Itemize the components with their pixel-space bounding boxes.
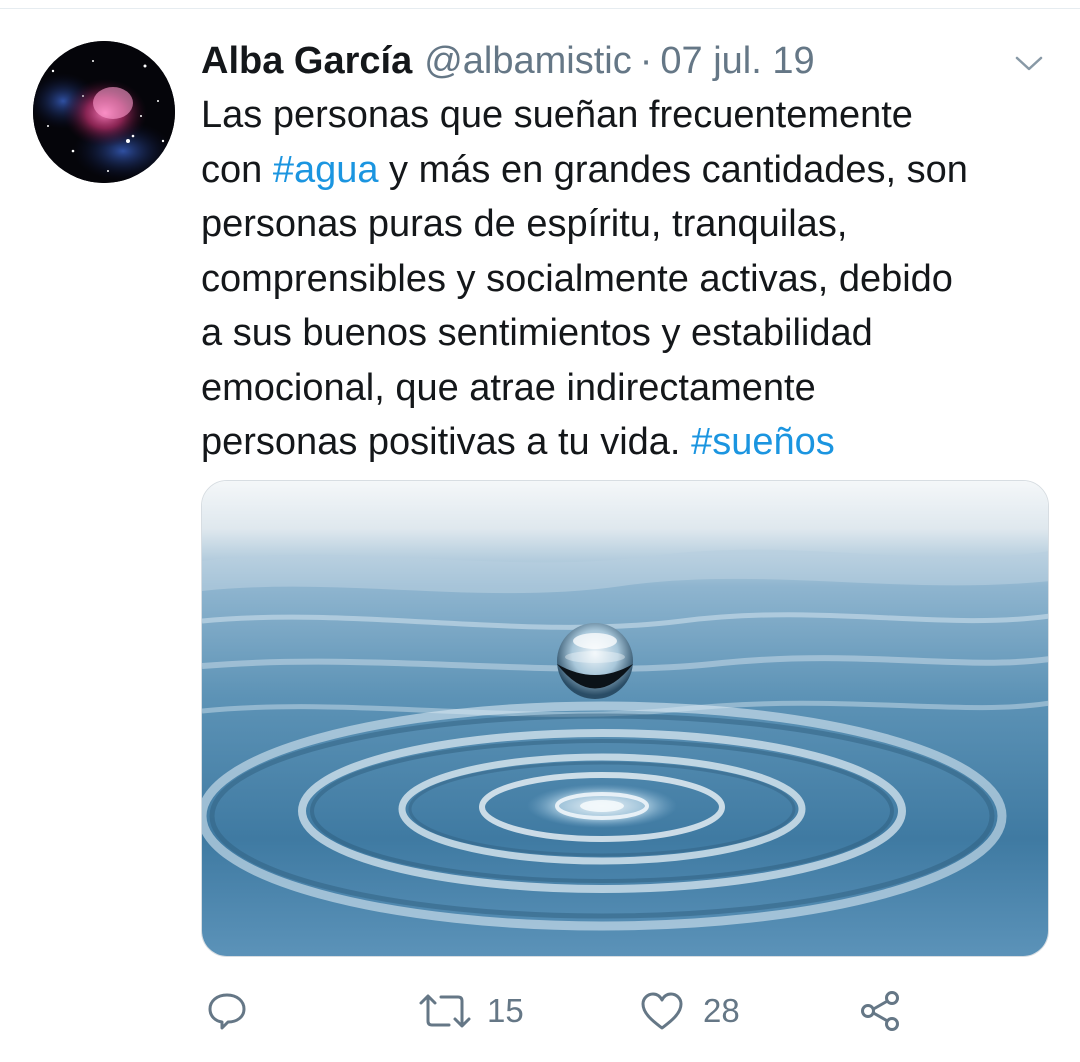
retweet-icon <box>419 994 471 1028</box>
tweet-text-segment: personas positivas a tu vida. <box>201 421 692 463</box>
tweet-actions: 15 28 <box>0 986 1080 1036</box>
tweet-text-line: a sus buenos sentimientos y estabilidad <box>201 306 1061 361</box>
hashtag-link[interactable]: #agua <box>273 149 379 191</box>
tweet-text-segment: a sus buenos sentimientos y estabilidad <box>201 312 873 354</box>
tweet-text-segment: y más en grandes cantidades, son <box>378 148 968 191</box>
like-count: 28 <box>703 992 740 1029</box>
author-display-name[interactable]: Alba García <box>201 40 412 82</box>
heart-icon <box>641 992 683 1030</box>
retweet-count: 15 <box>487 992 524 1029</box>
tweet-media[interactable] <box>201 480 1049 957</box>
tweet-text-segment: emocional, que atrae indirectamente <box>201 366 816 409</box>
tweet-text-line: emocional, que atrae indirectamente <box>201 361 1061 416</box>
water-drop-image <box>202 481 1048 956</box>
hashtag-link[interactable]: #sueños <box>691 421 835 463</box>
tweet-text: Las personas que sueñan frecuentemente co… <box>201 88 1061 470</box>
retweet-button[interactable]: 15 <box>417 986 524 1036</box>
tweet-text-line: con #agua y más en grandes cantidades, s… <box>201 143 1061 198</box>
tweet-date[interactable]: 07 jul. 19 <box>660 40 814 82</box>
top-divider <box>0 8 1080 9</box>
tweet-text-segment: personas puras de espíritu, tranquilas, <box>201 203 848 245</box>
reply-button[interactable] <box>205 986 267 1036</box>
share-button[interactable] <box>858 986 922 1036</box>
author-handle[interactable]: @albamistic <box>424 40 632 82</box>
tweet-text-segment: comprensibles y socialmente activas, deb… <box>201 257 953 300</box>
like-button[interactable]: 28 <box>639 986 740 1036</box>
tweet-text-line: personas puras de espíritu, tranquilas, <box>201 197 1061 252</box>
tweet-text-segment: con <box>201 148 273 191</box>
tweet-text-line: comprensibles y socialmente activas, deb… <box>201 252 1061 307</box>
tweet-text-segment: Las personas que sueñan frecuentemente <box>201 94 913 136</box>
header-separator: · <box>639 40 653 82</box>
tweet-text-line: Las personas que sueñan frecuentemente <box>201 88 1061 143</box>
share-icon <box>861 991 899 1031</box>
tweet-text-line: personas positivas a tu vida. #sueños <box>201 415 1061 470</box>
chevron-down-icon <box>1015 56 1043 71</box>
reply-icon <box>208 993 246 1030</box>
avatar[interactable] <box>33 41 175 183</box>
nebula-avatar-image <box>33 41 175 183</box>
tweet-menu-button[interactable] <box>1012 50 1046 76</box>
tweet-header: Alba García @albamistic · 07 jul. 19 <box>201 38 1001 84</box>
